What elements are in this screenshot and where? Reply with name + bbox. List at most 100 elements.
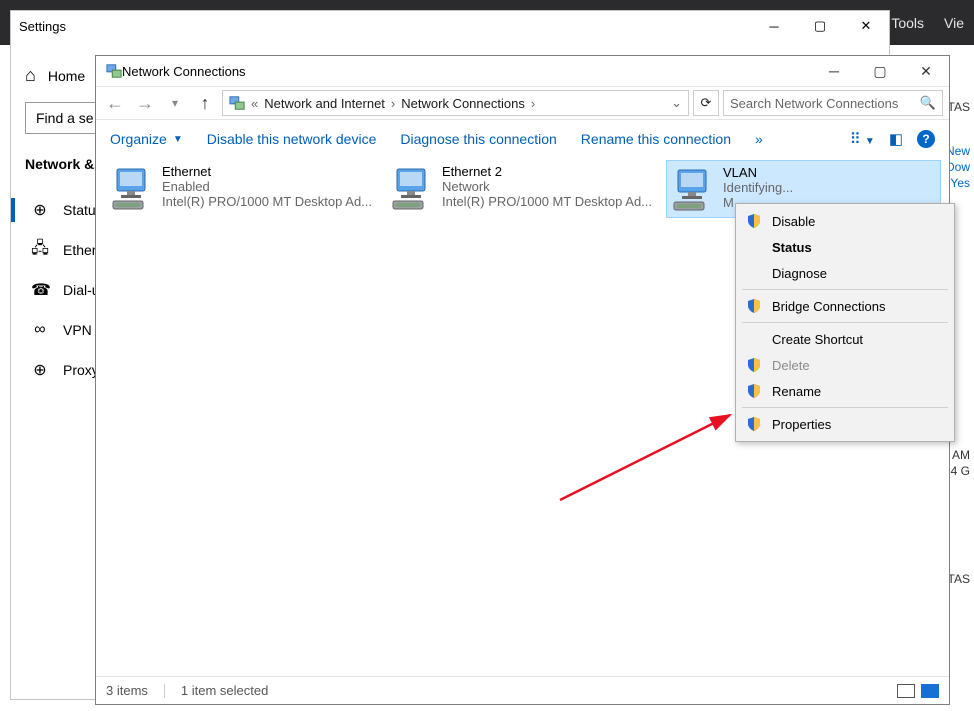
bg-menu-tools[interactable]: Tools [891,15,924,31]
chevron-right-icon: › [531,96,535,111]
explorer-nav-bar: ← → ▾ ↑ « Network and Internet › Network… [96,86,949,120]
adapter-icon [388,162,442,216]
connection-name: Ethernet [162,164,379,179]
nav-back-button[interactable]: ← [102,90,128,116]
settings-close-button[interactable]: ✕ [843,11,889,41]
toolbar-disable-device[interactable]: Disable this network device [207,131,377,147]
refresh-button[interactable]: ⟳ [693,90,719,116]
ctx-bridge[interactable]: Bridge Connections [736,293,954,319]
nav-forward-button[interactable]: → [132,90,158,116]
ctx-diagnose[interactable]: Diagnose [736,260,954,286]
explorer-titlebar[interactable]: Network Connections ─ ▢ ✕ [96,56,949,86]
sidebar-item-label: Proxy [63,362,99,378]
explorer-toolbar: Organize ▼ Disable this network device D… [96,120,949,158]
settings-minimize-button[interactable]: ─ [751,11,797,41]
shield-icon [746,357,762,373]
explorer-status-bar: 3 items 1 item selected [96,676,949,704]
explorer-search-input[interactable]: Search Network Connections 🔍 [723,90,943,116]
connection-desc: Intel(R) PRO/1000 MT Desktop Ad... [442,194,659,209]
overflow-label: » [755,131,763,147]
explorer-minimize-button[interactable]: ─ [811,56,857,86]
ctx-label: Delete [772,358,810,373]
breadcrumb-seg[interactable]: Network and Internet [264,96,385,111]
ctx-separator [742,322,948,323]
vpn-icon: ∞ [31,321,49,339]
home-label: Home [48,68,85,84]
bg-snippet: 4 G [951,464,970,478]
ctx-separator [742,289,948,290]
explorer-close-button[interactable]: ✕ [903,56,949,86]
search-placeholder: Search Network Connections [730,96,898,111]
address-dropdown-icon[interactable]: ⌄ [671,95,682,111]
connection-item-ethernet-2[interactable]: Ethernet 2 Network Intel(R) PRO/1000 MT … [386,160,661,218]
breadcrumb-seg[interactable]: Network Connections [401,96,525,111]
toolbar-label: Diagnose this connection [400,131,556,147]
ctx-label: Rename [772,384,821,399]
ctx-separator [742,407,948,408]
explorer-title: Network Connections [122,64,246,79]
settings-titlebar[interactable]: Settings ─ ▢ ✕ [11,11,889,41]
status-divider [164,684,165,698]
dropdown-icon: ▼ [173,134,183,145]
connection-name: Ethernet 2 [442,164,659,179]
toolbar-rename[interactable]: Rename this connection [581,131,731,147]
preview-pane-button[interactable]: ◧ [889,130,903,148]
toolbar-label: Rename this connection [581,131,731,147]
connection-name: VLAN [723,165,938,180]
shield-icon [746,298,762,314]
address-bar[interactable]: « Network and Internet › Network Connect… [222,90,689,116]
network-connections-icon [106,63,122,79]
ethernet-icon: 🖧 [31,237,49,264]
connection-status: Identifying... [723,180,938,195]
ctx-label: Disable [772,214,815,229]
connection-status: Network [442,179,659,194]
address-icon [229,95,245,111]
status-item-count: 3 items [106,683,148,698]
help-button[interactable]: ? [917,130,935,148]
ctx-properties[interactable]: Properties [736,411,954,437]
dialup-icon: ☎ [31,280,49,300]
organize-label: Organize [110,131,167,147]
nav-up-button[interactable]: ↑ [192,90,218,116]
bg-snippet: Yes [950,176,970,190]
search-icon: 🔍 [920,95,936,111]
home-icon: ⌂ [25,65,36,86]
sidebar-item-label: VPN [63,322,92,338]
adapter-icon [669,163,723,217]
toolbar-diagnose[interactable]: Diagnose this connection [400,131,556,147]
view-options-button[interactable]: ⠿ ▼ [850,130,875,148]
nav-recent-dropdown[interactable]: ▾ [162,90,188,116]
connection-context-menu: Disable Status Diagnose Bridge Connectio… [735,203,955,442]
ctx-label: Diagnose [772,266,827,281]
view-details-button[interactable] [897,684,915,698]
connection-status: Enabled [162,179,379,194]
ctx-label: Bridge Connections [772,299,885,314]
adapter-icon [108,162,162,216]
explorer-maximize-button[interactable]: ▢ [857,56,903,86]
ctx-create-shortcut[interactable]: Create Shortcut [736,326,954,352]
breadcrumb-prefix: « [251,96,258,111]
bg-snippet: TAS [948,572,970,586]
proxy-icon: ⊕ [31,360,49,380]
ctx-delete: Delete [736,352,954,378]
ctx-label: Properties [772,417,831,432]
shield-icon [746,383,762,399]
connection-item-ethernet[interactable]: Ethernet Enabled Intel(R) PRO/1000 MT De… [106,160,381,218]
connection-desc: Intel(R) PRO/1000 MT Desktop Ad... [162,194,379,209]
bg-snippet: TAS [948,100,970,114]
bg-snippet: AM [952,448,970,462]
settings-maximize-button[interactable]: ▢ [797,11,843,41]
toolbar-organize[interactable]: Organize ▼ [110,131,183,147]
ctx-status[interactable]: Status [736,234,954,260]
view-large-icons-button[interactable] [921,684,939,698]
ctx-label: Status [772,240,812,255]
settings-title: Settings [19,19,66,34]
status-selected-count: 1 item selected [181,683,268,698]
ctx-rename[interactable]: Rename [736,378,954,404]
bg-menu-view[interactable]: Vie [944,15,964,31]
toolbar-overflow[interactable]: » [755,131,763,147]
ctx-disable[interactable]: Disable [736,208,954,234]
chevron-right-icon: › [391,96,395,111]
shield-icon [746,213,762,229]
ctx-label: Create Shortcut [772,332,863,347]
